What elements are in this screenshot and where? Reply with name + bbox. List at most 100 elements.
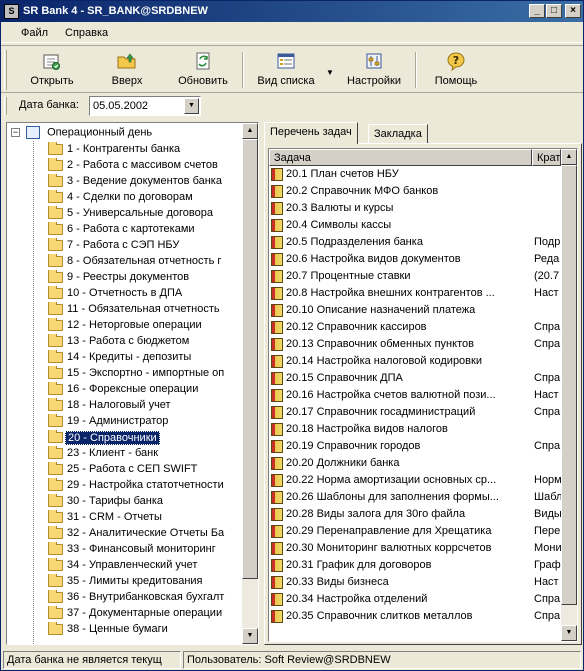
settings-button[interactable]: Настройки [339, 49, 409, 91]
table-row[interactable]: 20.12 Справочник кассиров Спра [269, 319, 561, 336]
tree-item[interactable]: 3 - Ведение документов банка [7, 174, 243, 190]
tree-item[interactable]: 1 - Контрагенты банка [7, 142, 243, 158]
tree-item-label: 25 - Работа с СЕП SWIFT [67, 463, 198, 475]
table-row[interactable]: 20.18 Настройка видов налогов [269, 421, 561, 438]
title-bar[interactable]: S SR Bank 4 - SR_BANK@SRDBNEW _ □ × [1, 1, 583, 22]
tree-item[interactable]: 36 - Внутрибанковская бухгалт [7, 590, 243, 606]
menu-file[interactable]: Файл [21, 27, 48, 39]
maximize-button[interactable]: □ [546, 4, 562, 18]
tree-item[interactable]: 20 - Справочники [7, 430, 243, 446]
minimize-button[interactable]: _ [529, 4, 545, 18]
tree-item[interactable]: 35 - Лимиты кредитования [7, 574, 243, 590]
folder-open-icon [48, 430, 63, 443]
table-row[interactable]: 20.15 Справочник ДПА Спра [269, 370, 561, 387]
tree-item[interactable]: 6 - Работа с картотеками [7, 222, 243, 238]
table-row[interactable]: 20.6 Настройка видов документов Реда [269, 251, 561, 268]
tree-item[interactable]: 34 - Управленческий учет [7, 558, 243, 574]
tree-item[interactable]: 19 - Администратор [7, 414, 243, 430]
book-icon [271, 593, 283, 606]
collapse-icon[interactable]: − [11, 128, 20, 137]
table-row[interactable]: 20.3 Валюты и курсы [269, 200, 561, 217]
column-short[interactable]: Крат [532, 149, 561, 166]
tree-item[interactable]: 5 - Универсальные договора [7, 206, 243, 222]
table-row[interactable]: 20.8 Настройка внешних контрагентов ... Н… [269, 285, 561, 302]
tree-scrollbar[interactable]: ▲ ▼ [242, 123, 258, 644]
tree-scroll-thumb[interactable] [242, 139, 258, 579]
table-row[interactable]: 20.2 Справочник МФО банков [269, 183, 561, 200]
app-icon[interactable]: S [4, 4, 19, 19]
table-row[interactable]: 20.10 Описание назначений платежа [269, 302, 561, 319]
tree-item[interactable]: 15 - Экспортно - импортные оп [7, 366, 243, 382]
tree-item[interactable]: 13 - Работа с бюджетом [7, 334, 243, 350]
tree-item[interactable]: 30 - Тарифы банка [7, 494, 243, 510]
tree-item[interactable]: 25 - Работа с СЕП SWIFT [7, 462, 243, 478]
table-row[interactable]: 20.31 График для договоров Граф [269, 557, 561, 574]
tab-task-list[interactable]: Перечень задач [264, 122, 358, 144]
tree-item[interactable]: 11 - Обязательная отчетность [7, 302, 243, 318]
scroll-down-icon[interactable]: ▼ [561, 625, 577, 641]
table-row[interactable]: 20.5 Подразделения банка Подр [269, 234, 561, 251]
tree-item-label: 3 - Ведение документов банка [67, 175, 222, 187]
up-button[interactable]: Вверх [95, 49, 159, 91]
table-row[interactable]: 20.26 Шаблоны для заполнения формы... Шаб… [269, 489, 561, 506]
operations-tree[interactable]: − Операционный день 1 - Контрагенты банк… [6, 122, 259, 645]
bank-date-combo[interactable]: 05.05.2002 ▼ [89, 96, 201, 116]
chevron-down-icon[interactable]: ▼ [184, 98, 199, 114]
close-button[interactable]: × [565, 4, 581, 18]
view-list-button[interactable]: Вид списка [249, 49, 323, 91]
table-row[interactable]: 20.28 Виды залога для 30го файла Виды [269, 506, 561, 523]
table-row[interactable]: 20.17 Справочник госадминистраций Спра [269, 404, 561, 421]
tree-item[interactable]: 12 - Неторговые операции [7, 318, 243, 334]
bank-date-value[interactable]: 05.05.2002 [93, 100, 148, 112]
table-row[interactable]: 20.33 Виды бизнеса Наст [269, 574, 561, 591]
toolbar-grip[interactable] [4, 50, 7, 90]
grid-scrollbar[interactable]: ▲ ▼ [561, 149, 577, 641]
menu-help[interactable]: Справка [65, 27, 108, 39]
task-short-cell: Спра [534, 593, 561, 605]
table-row[interactable]: 20.22 Норма амортизации основных ср... Но… [269, 472, 561, 489]
tree-item[interactable]: 29 - Настройка статотчетности [7, 478, 243, 494]
help-button[interactable]: ? Помощь [425, 49, 487, 91]
date-bar-grip[interactable] [4, 97, 7, 115]
task-grid[interactable]: Задача Крат 20.1 План счетов НБУ 20.2 Спр… [268, 148, 578, 642]
table-row[interactable]: 20.14 Настройка налоговой кодировки [269, 353, 561, 370]
task-name-cell: 20.19 Справочник городов [286, 440, 421, 452]
tree-root[interactable]: − Операционный день [11, 126, 152, 142]
table-row[interactable]: 20.35 Справочник слитков металлов Спра [269, 608, 561, 625]
tree-item-label: 29 - Настройка статотчетности [67, 479, 224, 491]
tree-item[interactable]: 16 - Форексные операции [7, 382, 243, 398]
view-dropdown-arrow-icon[interactable]: ▼ [326, 68, 334, 77]
table-row[interactable]: 20.1 План счетов НБУ [269, 166, 561, 183]
tree-item[interactable]: 9 - Реестры документов [7, 270, 243, 286]
table-row[interactable]: 20.7 Процентные ставки (20.7 [269, 268, 561, 285]
grid-scroll-thumb[interactable] [561, 165, 577, 605]
tab-bookmark[interactable]: Закладка [368, 124, 428, 143]
table-row[interactable]: 20.30 Мониторинг валютных коррсчетов Мони [269, 540, 561, 557]
scroll-up-icon[interactable]: ▲ [561, 149, 577, 165]
tree-item[interactable]: 4 - Сделки по договорам [7, 190, 243, 206]
tree-item[interactable]: 32 - Аналитические Отчеты Ба [7, 526, 243, 542]
open-button[interactable]: Открыть [17, 49, 87, 91]
tree-item[interactable]: 38 - Ценные бумаги [7, 622, 243, 638]
table-row[interactable]: 20.20 Должники банка [269, 455, 561, 472]
tree-item[interactable]: 37 - Документарные операции [7, 606, 243, 622]
refresh-button[interactable]: Обновить [169, 49, 237, 91]
table-row[interactable]: 20.13 Справочник обменных пунктов Спра [269, 336, 561, 353]
table-row[interactable]: 20.4 Символы кассы [269, 217, 561, 234]
column-task[interactable]: Задача [269, 149, 532, 166]
tree-item[interactable]: 8 - Обязательная отчетность г [7, 254, 243, 270]
tree-item[interactable]: 18 - Налоговый учет [7, 398, 243, 414]
table-row[interactable]: 20.19 Справочник городов Спра [269, 438, 561, 455]
table-row[interactable]: 20.34 Настройка отделений Спра [269, 591, 561, 608]
tree-item[interactable]: 2 - Работа с массивом счетов [7, 158, 243, 174]
tree-item[interactable]: 33 - Финансовый мониторинг [7, 542, 243, 558]
tree-item[interactable]: 10 - Отчетность в ДПА [7, 286, 243, 302]
scroll-up-icon[interactable]: ▲ [242, 123, 258, 139]
tree-item[interactable]: 23 - Клиент - банк [7, 446, 243, 462]
table-row[interactable]: 20.16 Настройка счетов валютной пози... Н… [269, 387, 561, 404]
table-row[interactable]: 20.29 Перенаправление для Хрещатика Пере [269, 523, 561, 540]
tree-item[interactable]: 31 - CRM - Отчеты [7, 510, 243, 526]
scroll-down-icon[interactable]: ▼ [242, 628, 258, 644]
tree-item[interactable]: 14 - Кредиты - депозиты [7, 350, 243, 366]
tree-item[interactable]: 7 - Работа с СЭП НБУ [7, 238, 243, 254]
